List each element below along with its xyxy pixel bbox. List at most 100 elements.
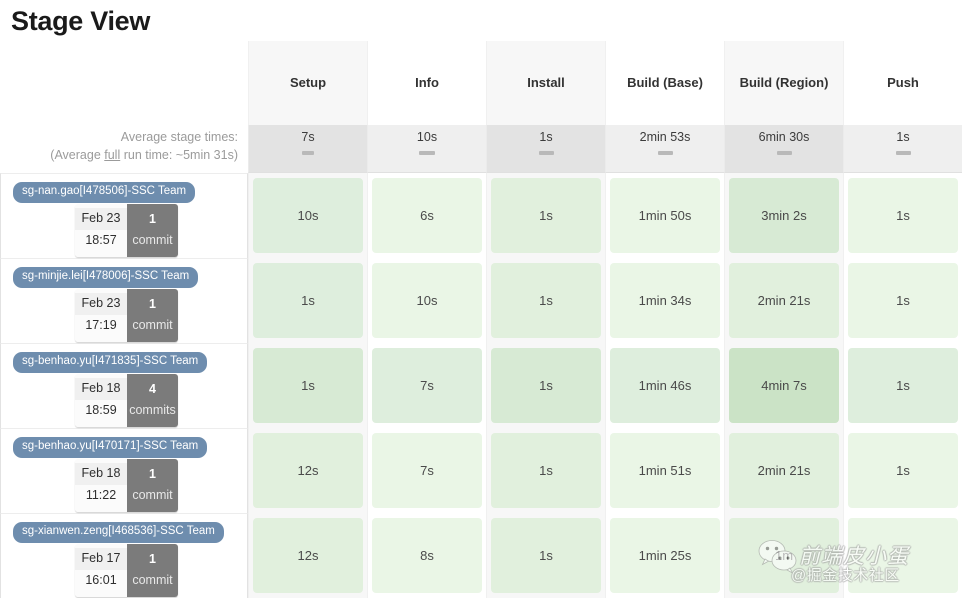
stage-cell-wrapper[interactable]: 7s — [367, 343, 486, 428]
run-commits[interactable]: 1commit — [127, 204, 178, 257]
run-author-badge[interactable]: sg-nan.gao[I478506]-SSC Team — [13, 182, 195, 203]
stage-cell-wrapper[interactable]: 2min 21s — [724, 258, 843, 343]
average-value-build-base: 2min 53s — [640, 131, 691, 145]
stage-cell-wrapper[interactable]: 1s — [843, 258, 962, 343]
run-author-badge[interactable]: sg-minjie.lei[I478006]-SSC Team — [13, 267, 198, 288]
run-commits[interactable]: 1commit — [127, 459, 178, 512]
stage-cell[interactable]: 1s — [491, 348, 601, 423]
stage-cell-wrapper[interactable]: 1s — [248, 343, 367, 428]
stage-cell[interactable]: 10s — [253, 178, 363, 253]
run-time: 18:59 — [75, 400, 127, 422]
stage-cell[interactable]: 1s — [491, 518, 601, 593]
stage-cell-wrapper[interactable]: 1s — [486, 258, 605, 343]
stage-cell-wrapper[interactable]: 1s — [843, 173, 962, 258]
run-info-cell[interactable]: sg-nan.gao[I478506]-SSC TeamFeb 2318:571… — [0, 173, 248, 258]
stage-header-build-base[interactable]: Build (Base) — [605, 41, 724, 125]
stage-cell[interactable]: 1min 25s — [610, 518, 720, 593]
stage-cell[interactable]: 4min 7s — [729, 348, 839, 423]
stage-header-setup[interactable]: Setup — [248, 41, 367, 125]
run-summary-box[interactable]: Feb 2318:571commit — [75, 204, 178, 257]
average-stage-times-text: Average stage times: — [0, 128, 238, 146]
stage-cell-wrapper[interactable]: 6s — [367, 173, 486, 258]
stage-cell[interactable]: 1s — [848, 348, 958, 423]
stage-cell[interactable]: 1s — [848, 263, 958, 338]
average-cell-setup: 7s — [248, 125, 367, 173]
stage-cell[interactable]: 10s — [372, 263, 482, 338]
average-bar-info — [419, 151, 435, 155]
stage-cell-wrapper[interactable]: 7s — [367, 428, 486, 513]
stage-cell-wrapper[interactable]: 1min 50s — [605, 173, 724, 258]
run-author-badge[interactable]: sg-xianwen.zeng[I468536]-SSC Team — [13, 522, 224, 543]
stage-cell[interactable]: 1s — [848, 433, 958, 508]
stage-cell-wrapper[interactable]: 2min 21s — [724, 428, 843, 513]
run-time: 16:01 — [75, 570, 127, 592]
stage-cell-wrapper[interactable]: 12s — [248, 428, 367, 513]
stage-cell-wrapper[interactable]: 3min 2s — [724, 173, 843, 258]
run-summary-box[interactable]: Feb 1818:594commits — [75, 374, 178, 427]
stage-cell-wrapper[interactable]: 12s — [248, 513, 367, 598]
stage-cell-wrapper[interactable]: 1s — [843, 428, 962, 513]
stage-cell[interactable]: 1s — [491, 178, 601, 253]
stage-cell[interactable]: 1s — [253, 263, 363, 338]
stage-cell-wrapper[interactable]: 1s — [486, 428, 605, 513]
run-time: 18:57 — [75, 230, 127, 252]
stage-cell[interactable]: 8s — [372, 518, 482, 593]
grid-corner-blank — [0, 41, 248, 125]
stage-cell-wrapper[interactable]: 1min 34s — [605, 258, 724, 343]
stage-cell[interactable]: 1min 46s — [610, 348, 720, 423]
stage-cell-wrapper[interactable]: 1min 46s — [605, 343, 724, 428]
stage-cell-wrapper[interactable]: 1s — [486, 173, 605, 258]
stage-cell[interactable]: 7s — [372, 433, 482, 508]
stage-cell-wrapper[interactable]: 1s — [248, 258, 367, 343]
stage-cell[interactable]: 1s — [253, 348, 363, 423]
stage-cell[interactable]: 1min 51s — [610, 433, 720, 508]
stage-cell[interactable]: 2min 21s — [729, 433, 839, 508]
run-author-badge[interactable]: sg-benhao.yu[I471835]-SSC Team — [13, 352, 207, 373]
stage-cell[interactable]: 7s — [372, 348, 482, 423]
stage-cell[interactable]: 1min 50s — [610, 178, 720, 253]
stage-header-push[interactable]: Push — [843, 41, 962, 125]
stage-cell-wrapper[interactable]: 1min 25s — [605, 513, 724, 598]
run-commits[interactable]: 4commits — [127, 374, 178, 427]
run-info-cell[interactable]: sg-benhao.yu[I470171]-SSC TeamFeb 1811:2… — [0, 428, 248, 513]
stage-cell[interactable]: 12s — [253, 518, 363, 593]
stage-cell-wrapper[interactable] — [843, 513, 962, 598]
run-commits[interactable]: 1commit — [127, 289, 178, 342]
stage-cell[interactable]: 3min 2s — [729, 178, 839, 253]
run-commit-label: commit — [132, 315, 172, 336]
run-summary-box[interactable]: Feb 2317:191commit — [75, 289, 178, 342]
run-datetime: Feb 1811:22 — [75, 459, 127, 512]
stage-header-install[interactable]: Install — [486, 41, 605, 125]
stage-header-info[interactable]: Info — [367, 41, 486, 125]
run-summary-box[interactable]: Feb 1716:011commit — [75, 544, 178, 597]
stage-cell[interactable]: 1m — [729, 518, 839, 593]
average-value-info: 10s — [417, 131, 437, 145]
stage-cell[interactable]: 1min 34s — [610, 263, 720, 338]
run-commit-label: commit — [132, 570, 172, 591]
stage-cell-wrapper[interactable]: 1s — [486, 343, 605, 428]
stage-cell-wrapper[interactable]: 8s — [367, 513, 486, 598]
run-author-badge[interactable]: sg-benhao.yu[I470171]-SSC Team — [13, 437, 207, 458]
run-info-cell[interactable]: sg-minjie.lei[I478006]-SSC TeamFeb 2317:… — [0, 258, 248, 343]
stage-cell[interactable]: 1s — [491, 263, 601, 338]
stage-cell-wrapper[interactable]: 10s — [248, 173, 367, 258]
stage-cell-wrapper[interactable]: 1m — [724, 513, 843, 598]
stage-cell-wrapper[interactable]: 1min 51s — [605, 428, 724, 513]
stage-cell[interactable]: 12s — [253, 433, 363, 508]
run-info-cell[interactable]: sg-benhao.yu[I471835]-SSC TeamFeb 1818:5… — [0, 343, 248, 428]
run-commits[interactable]: 1commit — [127, 544, 178, 597]
average-cell-push: 1s — [843, 125, 962, 173]
stage-cell-wrapper[interactable]: 1s — [843, 343, 962, 428]
stage-cell-wrapper[interactable]: 1s — [486, 513, 605, 598]
stage-header-build-region[interactable]: Build (Region) — [724, 41, 843, 125]
stage-cell-wrapper[interactable]: 4min 7s — [724, 343, 843, 428]
stage-cell[interactable]: 1s — [491, 433, 601, 508]
run-summary-box[interactable]: Feb 1811:221commit — [75, 459, 178, 512]
stage-cell[interactable]: 2min 21s — [729, 263, 839, 338]
run-info-cell[interactable]: sg-xianwen.zeng[I468536]-SSC TeamFeb 171… — [0, 513, 248, 598]
stage-cell[interactable] — [848, 518, 958, 593]
stage-view-grid: Setup Info Install Build (Base) Build (R… — [0, 41, 967, 598]
stage-cell[interactable]: 1s — [848, 178, 958, 253]
stage-cell[interactable]: 6s — [372, 178, 482, 253]
stage-cell-wrapper[interactable]: 10s — [367, 258, 486, 343]
